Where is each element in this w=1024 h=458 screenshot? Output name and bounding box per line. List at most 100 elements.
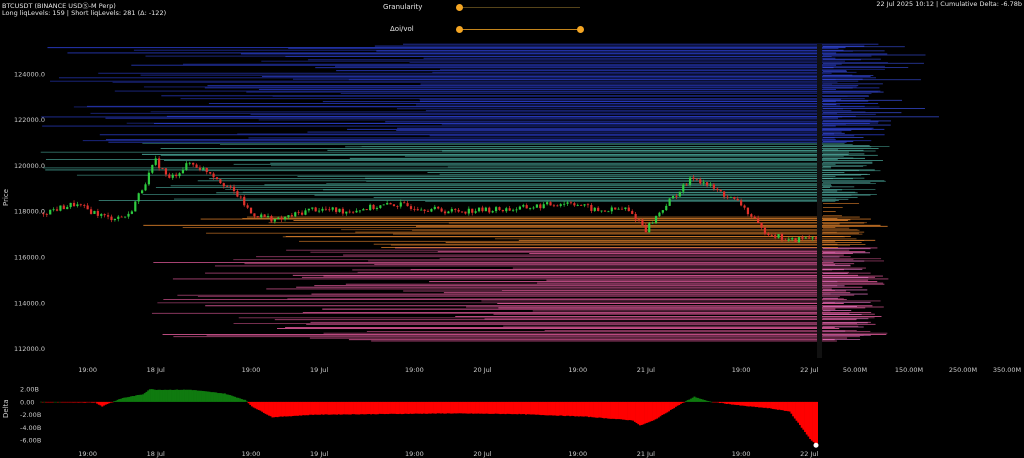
delta-bar: [395, 401, 398, 415]
delta-bar: [424, 401, 427, 414]
delta-bar: [686, 400, 689, 402]
candle-body: [474, 211, 477, 213]
candle-body: [767, 233, 770, 236]
delta-bar: [291, 401, 294, 416]
candle-body: [239, 196, 242, 198]
delta-bar: [41, 401, 44, 403]
delta-bar: [467, 401, 470, 414]
delta-bar: [645, 401, 648, 423]
delta-bar: [445, 401, 448, 414]
delta-bar: [603, 401, 606, 419]
candle-body: [89, 209, 93, 214]
candle-body: [505, 208, 508, 212]
delta-bar: [85, 401, 88, 403]
candle-body: [556, 205, 559, 207]
delta-bar: [623, 401, 626, 420]
delta-bar: [244, 399, 247, 402]
candle-body: [222, 183, 225, 187]
candle-body: [488, 207, 491, 213]
delta-bar: [201, 390, 204, 402]
delta-bar: [104, 401, 107, 405]
delta-bar: [324, 401, 327, 415]
delta-bar: [477, 401, 480, 414]
delta-bar: [172, 389, 175, 402]
candle-body: [253, 213, 256, 217]
delta-bar: [722, 401, 725, 404]
delta-bar: [497, 401, 500, 414]
candle-body: [290, 215, 293, 217]
candle-body: [607, 211, 610, 213]
delta-bar: [165, 389, 168, 402]
delta-bar: [269, 401, 272, 417]
delta-bar: [228, 395, 231, 402]
delta-bar: [479, 401, 482, 414]
delta-bar: [174, 389, 177, 402]
delta-bar: [375, 401, 378, 415]
delta-bar: [388, 401, 391, 414]
candle-body: [372, 204, 375, 209]
delta-bar: [94, 401, 97, 403]
candle-body: [443, 211, 447, 214]
delta-bar: [72, 401, 75, 403]
delta-bar: [182, 389, 185, 402]
delta-bar: [368, 401, 371, 414]
delta-bar: [555, 401, 558, 416]
delta-tick-label: 0.00: [20, 398, 34, 406]
delta-bar: [565, 401, 568, 416]
candle-body: [573, 203, 576, 206]
candle-body: [294, 212, 297, 217]
delta-bar: [775, 401, 778, 410]
delta-bar: [422, 401, 425, 414]
delta-bar: [576, 401, 579, 417]
delta-bar: [378, 401, 381, 414]
candle-body: [780, 234, 784, 240]
delta-bar: [732, 401, 735, 405]
candle-body: [770, 235, 773, 236]
candle-body: [494, 207, 498, 212]
candle-body: [416, 209, 419, 211]
delta-bar: [242, 399, 245, 402]
chart-canvas[interactable]: 124000.0 122000.0 120000.0 118000.0 116000.0…: [0, 0, 1024, 458]
candle-body: [369, 204, 372, 211]
candle-body: [215, 177, 219, 180]
delta-bar: [729, 401, 732, 405]
delta-bar: [656, 401, 659, 419]
delta-bar: [279, 401, 282, 417]
delta-bar: [616, 401, 619, 420]
delta-time-tick-label: 19:00: [78, 450, 97, 458]
delta-bar: [167, 389, 170, 402]
candle-body: [763, 227, 767, 234]
delta-bar: [194, 390, 197, 402]
delta-bar: [55, 401, 58, 403]
delta-bar: [734, 401, 737, 405]
delta-bar: [676, 401, 679, 406]
candle-body: [457, 209, 460, 212]
candle-body: [62, 205, 65, 210]
delta-bar: [705, 400, 708, 402]
delta-bar: [181, 389, 184, 402]
time-tick-label: 20 Jul: [473, 366, 491, 374]
candle-body: [314, 207, 317, 212]
delta-bar: [611, 401, 614, 419]
delta-bar: [293, 401, 296, 416]
candle-body: [76, 204, 79, 207]
delta-time-tick-label: 18 Jul: [147, 450, 165, 458]
delta-bar: [193, 390, 196, 402]
delta-bar: [620, 401, 623, 420]
candle-body: [614, 207, 617, 210]
delta-bar: [400, 401, 403, 415]
delta-time-tick-label: 19:00: [242, 450, 261, 458]
delta-bar: [405, 401, 408, 414]
price-tick-label: 118000.0: [14, 208, 45, 216]
candle-body: [791, 238, 794, 240]
delta-bar: [761, 401, 764, 408]
delta-bar: [736, 401, 739, 406]
delta-bar: [227, 394, 230, 402]
candle-body: [423, 209, 426, 211]
candle-body: [72, 202, 76, 207]
delta-bar: [671, 401, 674, 410]
delta-bar: [724, 401, 727, 404]
candle-body: [797, 237, 801, 243]
delta-bar: [780, 401, 783, 411]
delta-bar: [245, 401, 248, 402]
